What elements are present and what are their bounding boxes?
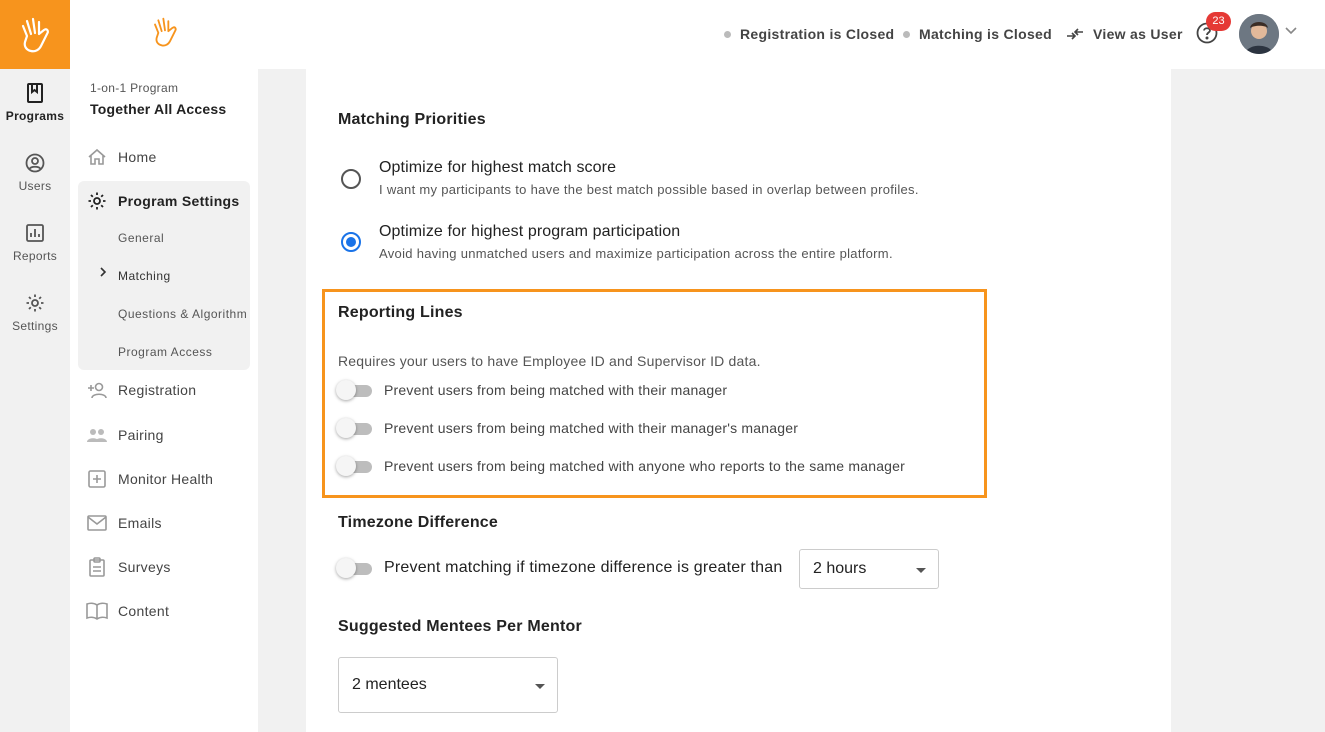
view-as-user-button[interactable]: View as User — [1066, 26, 1183, 42]
timezone-toggle-row: Prevent matching if timezone difference … — [336, 558, 782, 578]
sidebar-item-pairing[interactable]: Pairing — [78, 424, 250, 446]
status-dot — [724, 30, 731, 38]
home-icon — [86, 146, 108, 168]
nav-label: Program Settings — [118, 193, 240, 209]
sidebar-item-content[interactable]: Content — [78, 600, 250, 622]
view-as-user-label: View as User — [1093, 26, 1183, 42]
nav-label: Monitor Health — [118, 471, 214, 487]
radio-button-selected[interactable] — [341, 232, 361, 252]
toggle-row-same-manager: Prevent users from being matched with an… — [336, 456, 905, 476]
rail-item-programs[interactable]: Programs — [0, 83, 70, 123]
toggle-managers-manager[interactable] — [336, 418, 372, 438]
sidebar-item-home[interactable]: Home — [78, 146, 250, 168]
timezone-value: 2 hours — [813, 560, 867, 577]
nav-label: Emails — [118, 515, 162, 531]
matching-status-text: Matching is Closed — [919, 26, 1052, 42]
option-title: Optimize for highest program participati… — [379, 223, 681, 240]
swap-arrows-icon — [1067, 28, 1083, 40]
option-description: I want my participants to have the best … — [379, 182, 919, 197]
timezone-heading: Timezone Difference — [338, 514, 498, 531]
gear-icon — [86, 190, 108, 212]
subnav-questions-algorithm[interactable]: Questions & Algorithm — [118, 307, 247, 321]
avatar[interactable] — [1239, 14, 1279, 54]
rail-item-users[interactable]: Users — [0, 153, 70, 193]
bookmark-icon — [27, 83, 43, 103]
program-sidebar: 1-on-1 Program Together All Access Home … — [70, 0, 258, 732]
rail-label: Users — [18, 179, 52, 193]
rail-item-settings[interactable]: Settings — [0, 293, 70, 333]
dropdown-arrow-icon — [535, 684, 545, 689]
option-description: Avoid having unmatched users and maximiz… — [379, 246, 893, 261]
mentees-value: 2 mentees — [352, 676, 427, 693]
toggle-manager[interactable] — [336, 380, 372, 400]
toggle-label: Prevent users from being matched with an… — [384, 458, 906, 474]
reporting-lines-note: Requires your users to have Employee ID … — [338, 353, 761, 369]
toggle-label: Prevent users from being matched with th… — [384, 382, 728, 398]
notification-badge[interactable]: 23 — [1206, 12, 1231, 31]
nav-label: Home — [118, 149, 157, 165]
waving-hand-icon — [21, 17, 49, 52]
status-dot — [903, 30, 910, 38]
radio-button[interactable] — [341, 169, 361, 189]
toggle-same-manager[interactable] — [336, 456, 372, 476]
rail-label: Programs — [5, 109, 65, 123]
timezone-label: Prevent matching if timezone difference … — [384, 559, 783, 576]
timezone-toggle[interactable] — [336, 558, 372, 578]
registration-status: Registration is Closed — [724, 26, 894, 42]
add-user-icon — [86, 379, 108, 401]
nav-label: Content — [118, 603, 170, 619]
sidebar-item-emails[interactable]: Emails — [78, 512, 250, 534]
chevron-down-icon[interactable] — [1285, 27, 1297, 35]
rail-label: Settings — [12, 319, 58, 333]
user-circle-icon — [25, 153, 45, 173]
toggle-row-managers-manager: Prevent users from being matched with th… — [336, 418, 798, 438]
top-bar: Registration is Closed Matching is Close… — [258, 0, 1325, 69]
app-rail: Programs Users Reports Settings — [0, 0, 70, 732]
users-icon — [86, 424, 108, 446]
registration-status-text: Registration is Closed — [740, 26, 895, 42]
subnav-program-access[interactable]: Program Access — [118, 345, 212, 359]
matching-priorities-heading: Matching Priorities — [338, 111, 486, 128]
program-type: 1-on-1 Program — [90, 81, 179, 95]
nav-label: Registration — [118, 382, 197, 398]
clipboard-icon — [86, 556, 108, 578]
app-logo[interactable] — [0, 0, 70, 69]
subnav-matching[interactable]: Matching — [118, 269, 171, 283]
option-title: Optimize for highest match score — [379, 159, 617, 176]
dropdown-arrow-icon — [916, 568, 926, 573]
reporting-lines-heading: Reporting Lines — [338, 304, 463, 321]
subnav-general[interactable]: General — [118, 231, 164, 245]
matching-status: Matching is Closed — [903, 26, 1052, 42]
toggle-label: Prevent users from being matched with th… — [384, 420, 799, 436]
waving-hand-icon — [154, 17, 177, 47]
rail-label: Reports — [12, 249, 58, 263]
nav-label: Pairing — [118, 427, 164, 443]
sidebar-item-program-settings[interactable]: Program Settings — [78, 190, 250, 212]
mentees-select[interactable]: 2 mentees — [338, 657, 558, 713]
program-name: Together All Access — [90, 101, 227, 117]
bar-chart-icon — [26, 224, 44, 242]
plus-square-icon — [86, 468, 108, 490]
envelope-icon — [86, 512, 108, 534]
book-open-icon — [86, 600, 108, 622]
chevron-right-icon — [100, 267, 107, 277]
sidebar-item-monitor-health[interactable]: Monitor Health — [78, 468, 250, 490]
gear-icon — [26, 294, 44, 312]
toggle-row-manager: Prevent users from being matched with th… — [336, 380, 727, 400]
rail-item-reports[interactable]: Reports — [0, 223, 70, 263]
mentees-heading: Suggested Mentees Per Mentor — [338, 618, 582, 635]
sidebar-item-registration[interactable]: Registration — [78, 379, 250, 401]
nav-label: Surveys — [118, 559, 171, 575]
sidebar-item-surveys[interactable]: Surveys — [78, 556, 250, 578]
timezone-select[interactable]: 2 hours — [799, 549, 939, 589]
